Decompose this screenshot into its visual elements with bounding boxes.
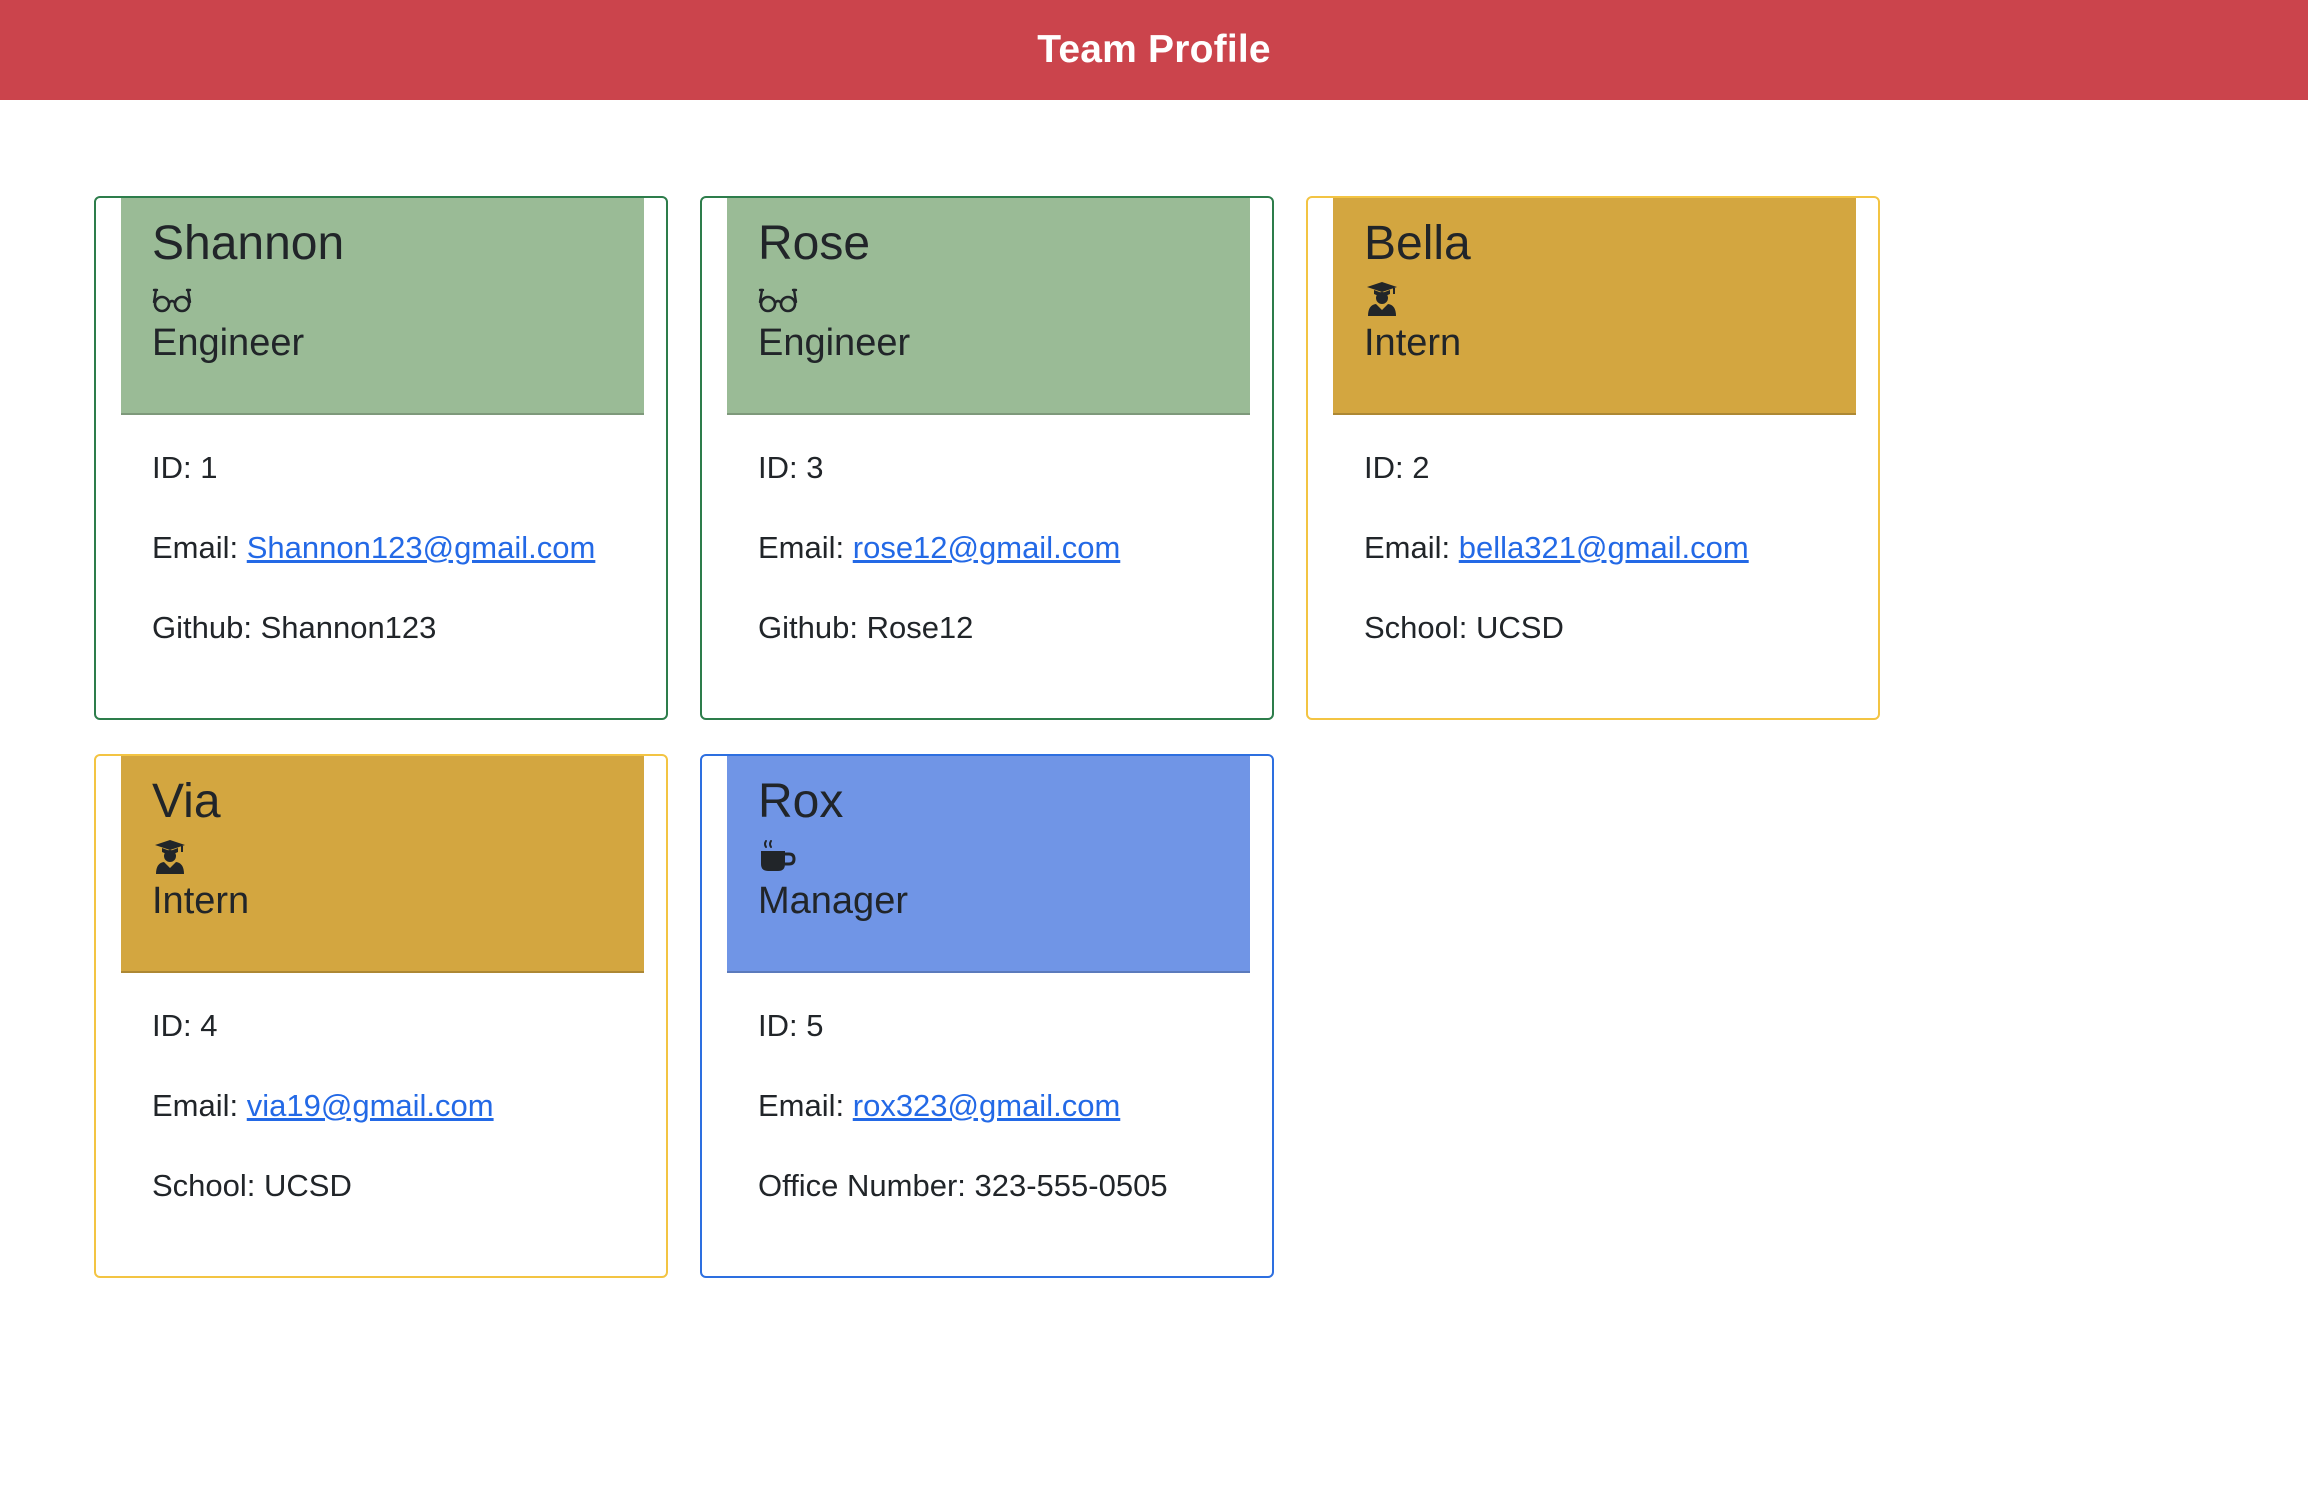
employee-role: Engineer bbox=[758, 322, 911, 364]
coffee-mug-icon bbox=[761, 840, 796, 871]
card-body: ID: 4 Email: via19@gmail.com School: UCS… bbox=[152, 1008, 494, 1248]
employee-role: Engineer bbox=[152, 322, 305, 364]
employee-card: Bella Intern ID: 2 Email: bella321@gmail… bbox=[1306, 196, 1880, 720]
github-row: Github: Shannon123 bbox=[152, 610, 437, 645]
employee-id: 3 bbox=[806, 450, 824, 485]
employee-role: Intern bbox=[152, 880, 250, 922]
card-header: Rose Engineer bbox=[727, 198, 1250, 415]
email-link[interactable]: bella321@gmail.com bbox=[1459, 530, 1749, 565]
employee-card: Rox Manager ID: 5 Email: rox323@gmail.co… bbox=[700, 754, 1274, 1278]
school-name: UCSD bbox=[264, 1168, 352, 1203]
email-row: Email: rox323@gmail.com bbox=[758, 1088, 1121, 1123]
card-body: ID: 1 Email: Shannon123@gmail.com Github… bbox=[152, 450, 595, 690]
employee-id: 5 bbox=[806, 1008, 824, 1043]
graduate-icon bbox=[1367, 282, 1397, 316]
card-body: ID: 5 Email: rox323@gmail.com Office Num… bbox=[758, 1008, 1168, 1248]
office-number: 323-555-0505 bbox=[974, 1168, 1168, 1203]
email-row: Email: Shannon123@gmail.com bbox=[152, 530, 596, 565]
employee-role: Intern bbox=[1364, 322, 1462, 364]
employee-name: Shannon bbox=[152, 217, 345, 270]
id-row: ID: 3 bbox=[758, 450, 824, 485]
graduate-icon bbox=[155, 840, 185, 874]
employee-name: Rose bbox=[758, 217, 871, 270]
school-row: School: UCSD bbox=[152, 1168, 352, 1203]
email-link[interactable]: Shannon123@gmail.com bbox=[247, 530, 596, 565]
employee-card: Via Intern ID: 4 Email: via19@gmail.com … bbox=[94, 754, 668, 1278]
employee-name: Rox bbox=[758, 775, 844, 828]
id-row: ID: 5 bbox=[758, 1008, 824, 1043]
page-title: Team Profile bbox=[1037, 28, 1271, 71]
employee-id: 4 bbox=[200, 1008, 218, 1043]
employee-card: Rose Engineer ID: 3 Email: rose12@gmail.… bbox=[700, 196, 1274, 720]
id-row: ID: 1 bbox=[152, 450, 218, 485]
employee-name: Bella bbox=[1364, 217, 1471, 270]
card-header: Rox Manager bbox=[727, 756, 1250, 973]
email-link[interactable]: rox323@gmail.com bbox=[853, 1088, 1121, 1123]
id-row: ID: 4 bbox=[152, 1008, 218, 1043]
github-username: Shannon123 bbox=[260, 610, 437, 645]
employee-card: Shannon Engineer ID: 1 Email: Shannon123… bbox=[94, 196, 668, 720]
email-link[interactable]: via19@gmail.com bbox=[247, 1088, 494, 1123]
card-header: Via Intern bbox=[121, 756, 644, 973]
school-row: School: UCSD bbox=[1364, 610, 1564, 645]
employee-role: Manager bbox=[758, 880, 908, 922]
header-bar: Team Profile bbox=[0, 0, 2308, 100]
card-header: Shannon Engineer bbox=[121, 198, 644, 415]
email-row: Email: bella321@gmail.com bbox=[1364, 530, 1749, 565]
glasses-icon bbox=[758, 288, 798, 313]
email-row: Email: rose12@gmail.com bbox=[758, 530, 1121, 565]
glasses-icon bbox=[152, 288, 192, 313]
school-name: UCSD bbox=[1476, 610, 1564, 645]
email-row: Email: via19@gmail.com bbox=[152, 1088, 494, 1123]
card-header: Bella Intern bbox=[1333, 198, 1856, 415]
employee-id: 1 bbox=[200, 450, 218, 485]
id-row: ID: 2 bbox=[1364, 450, 1430, 485]
card-body: ID: 3 Email: rose12@gmail.com Github: Ro… bbox=[758, 450, 1120, 690]
email-link[interactable]: rose12@gmail.com bbox=[853, 530, 1121, 565]
card-body: ID: 2 Email: bella321@gmail.com School: … bbox=[1364, 450, 1749, 690]
github-row: Github: Rose12 bbox=[758, 610, 974, 645]
employee-id: 2 bbox=[1412, 450, 1430, 485]
github-username: Rose12 bbox=[866, 610, 974, 645]
employee-name: Via bbox=[152, 775, 221, 828]
office-row: Office Number: 323-555-0505 bbox=[758, 1168, 1168, 1203]
